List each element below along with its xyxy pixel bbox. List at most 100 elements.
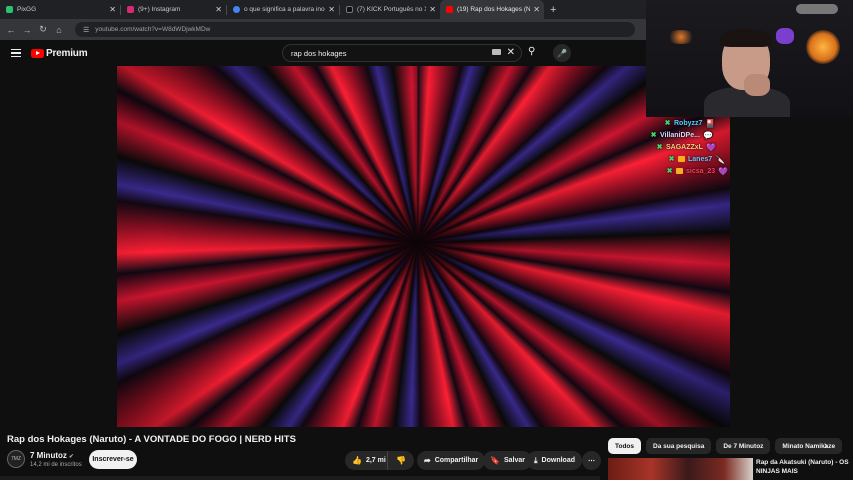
chat-emote-icon: 💜 — [718, 166, 729, 176]
download-icon: ⤓ — [534, 455, 538, 465]
warm-lamp — [806, 30, 840, 64]
close-tab-icon[interactable]: ✕ — [215, 5, 222, 14]
more-actions-button[interactable]: ⋯ — [582, 451, 601, 470]
verified-check-icon: ✖ — [650, 132, 657, 139]
comments-area-edge — [0, 476, 600, 480]
shelf-item — [796, 4, 838, 14]
tab-google-search[interactable]: o que significa a palavra inospi ✕ — [227, 0, 339, 19]
related-filter-chips: Todos Da sua pesquisa De 7 Minutoz Minat… — [608, 438, 847, 454]
share-button[interactable]: ➦ Compartilhar — [417, 451, 486, 470]
like-dislike-group: 👍 2,7 mi 👎 — [345, 451, 414, 470]
youtube-favicon-icon — [446, 6, 453, 13]
close-tab-icon[interactable]: ✕ — [328, 5, 335, 14]
screen: PixGG ✕ (9+) Instagram ✕ o que significa… — [0, 0, 853, 480]
new-tab-button[interactable]: + — [550, 4, 556, 16]
chat-emote-icon: 🎴 — [705, 118, 716, 128]
close-tab-icon[interactable]: ✕ — [533, 5, 540, 14]
chat-message: ✖ Robyzz7 🎴 — [650, 117, 760, 129]
chat-message: ✖ SAGAZZxL 💜 — [650, 141, 760, 153]
streamer — [704, 29, 790, 117]
video-title: Rap dos Hokages (Naruto) - A VONTADE DO … — [7, 434, 296, 445]
youtube-header: Premium rap dos hokages ✕ ⚲ 🎤 — [0, 40, 646, 66]
streamer-hair — [720, 29, 772, 47]
close-tab-icon[interactable]: ✕ — [429, 5, 436, 14]
channel-name[interactable]: 7 Minutoz ✔ — [30, 451, 74, 460]
share-arrow-icon: ➦ — [424, 456, 431, 465]
site-info-icon[interactable]: ☰ — [83, 26, 89, 34]
verified-check-icon: ✖ — [664, 120, 671, 127]
chat-username: Lanes7 — [688, 155, 713, 163]
chat-message: ✖ VillaniDPe... 💬 — [650, 129, 760, 141]
tab-x-kick[interactable]: (7) KICK Português no X: "qual ✕ — [340, 0, 440, 19]
instagram-favicon-icon — [127, 6, 134, 13]
tab-instagram[interactable]: (9+) Instagram ✕ — [121, 0, 226, 19]
recommended-video-title[interactable]: Rap da Akatsuki (Naruto) - OS NINJAS MAI… — [756, 458, 853, 476]
chat-emote-icon: 💬 — [702, 130, 713, 140]
tab-youtube-active[interactable]: (19) Rap dos Hokages (Ner ✕ — [440, 0, 544, 19]
bookmark-icon: 🔖 — [490, 456, 500, 465]
verified-check-icon: ✖ — [668, 156, 675, 163]
chat-emote-icon: 💜 — [705, 142, 716, 152]
more-dots-icon: ⋯ — [588, 457, 595, 465]
download-button[interactable]: ⤓ Download — [527, 451, 582, 470]
subscribe-button[interactable]: Inscrever-se — [89, 450, 137, 469]
close-tab-icon[interactable]: ✕ — [109, 5, 116, 14]
crown-badge-icon — [676, 168, 683, 174]
address-url: youtube.com/watch?v=W8dWDjwkMDw — [95, 26, 211, 33]
youtube-play-icon — [31, 48, 44, 58]
youtube-premium-logo[interactable]: Premium — [31, 48, 88, 59]
like-count: 2,7 mi — [365, 457, 386, 464]
streamer-hand — [744, 74, 770, 96]
tab-pixgg[interactable]: PixGG ✕ — [0, 0, 120, 19]
x-favicon-icon — [346, 6, 353, 13]
share-label: Compartilhar — [434, 457, 479, 464]
keyboard-icon[interactable] — [492, 49, 501, 55]
clear-search-icon[interactable]: ✕ — [507, 47, 515, 58]
verified-icon: ✔ — [68, 454, 74, 460]
chat-username: VillaniDPe... — [660, 131, 700, 139]
browser-tab-bar: PixGG ✕ (9+) Instagram ✕ o que significa… — [0, 0, 646, 19]
chat-message: ✖ sicsa_23 💜 — [650, 165, 760, 177]
thumbs-down-icon: 👎 — [396, 456, 406, 465]
streamer-webcam — [646, 0, 853, 117]
subscriber-count: 14,2 mi de inscritos — [30, 462, 82, 468]
reload-icon[interactable]: ↻ — [35, 24, 51, 35]
stream-chat-overlay: ✖ Robyzz7 🎴 ✖ VillaniDPe... 💬 ✖ SAGAZZxL… — [650, 117, 760, 177]
save-label: Salvar — [503, 457, 525, 464]
save-button[interactable]: 🔖 Salvar — [483, 451, 532, 470]
browser-toolbar: ← → ↻ ⌂ ☰ youtube.com/watch?v=W8dWDjwkMD… — [0, 19, 646, 40]
chip-de-7-minutoz[interactable]: De 7 Minutoz — [716, 438, 771, 454]
dislike-button[interactable]: 👎 — [388, 456, 414, 465]
chip-minato-namikaze[interactable]: Minato Namikaze — [775, 438, 843, 454]
chat-username: SAGAZZxL — [666, 143, 703, 151]
forward-arrow-icon[interactable]: → — [19, 25, 35, 35]
download-label: Download — [541, 457, 575, 464]
channel-name-text: 7 Minutoz — [30, 451, 67, 460]
chat-username: sicsa_23 — [686, 167, 716, 175]
chip-todos[interactable]: Todos — [608, 438, 642, 454]
menu-icon[interactable] — [11, 47, 21, 59]
home-icon[interactable]: ⌂ — [51, 25, 67, 35]
like-button[interactable]: 👍 2,7 mi — [345, 451, 388, 470]
verified-check-icon: ✖ — [656, 144, 663, 151]
chip-da-sua-pesquisa[interactable]: Da sua pesquisa — [646, 438, 712, 454]
chevron-right-icon[interactable]: › — [824, 440, 828, 452]
chat-emote-icon: 🔪 — [715, 154, 726, 164]
search-input[interactable]: rap dos hokages ✕ — [282, 44, 522, 62]
crown-badge-icon — [678, 156, 685, 162]
back-arrow-icon[interactable]: ← — [3, 25, 19, 35]
pixgg-favicon-icon — [6, 6, 13, 13]
chat-message: ✖ Lanes7 🔪 — [650, 153, 760, 165]
thumbs-up-icon: 👍 — [352, 456, 362, 465]
ambient-lights — [666, 30, 696, 44]
recommended-video-thumbnail[interactable] — [608, 458, 753, 480]
chat-username: Robyzz7 — [674, 119, 703, 127]
search-icon[interactable]: ⚲ — [528, 46, 535, 57]
verified-check-icon: ✖ — [666, 168, 673, 175]
video-player[interactable] — [117, 66, 730, 427]
google-favicon-icon — [233, 6, 240, 13]
channel-avatar[interactable]: 7MZ — [7, 450, 25, 468]
microphone-icon[interactable]: 🎤 — [553, 44, 571, 62]
search-query: rap dos hokages — [291, 48, 347, 58]
address-bar[interactable]: ☰ youtube.com/watch?v=W8dWDjwkMDw — [75, 22, 635, 37]
